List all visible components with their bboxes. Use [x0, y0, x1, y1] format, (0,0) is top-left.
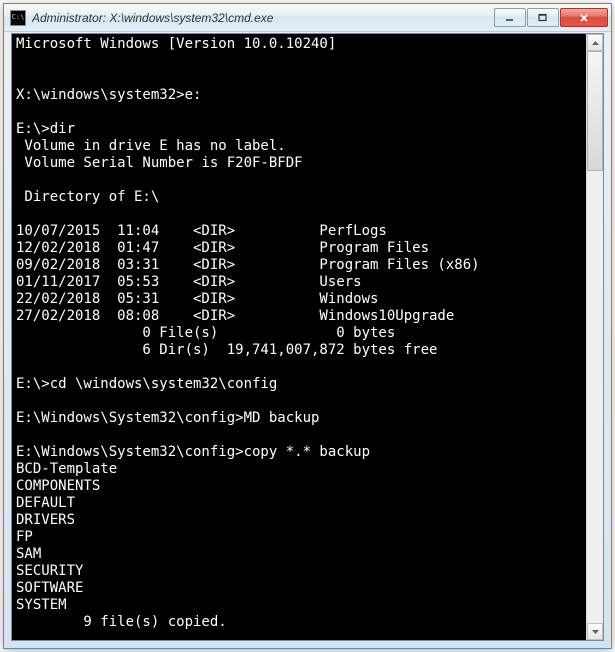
terminal-line: 9 file(s) copied.: [16, 614, 586, 631]
terminal-line: SAM: [16, 546, 586, 563]
terminal-line: SYSTEM: [16, 597, 586, 614]
terminal-line: [16, 206, 586, 223]
scroll-down-button[interactable]: [587, 623, 603, 640]
terminal-line: BCD-Template: [16, 461, 586, 478]
window-controls: [494, 8, 608, 27]
terminal-line: [16, 631, 586, 640]
terminal-line: [16, 104, 586, 121]
titlebar[interactable]: C:\ Administrator: X:\windows\system32\c…: [4, 4, 611, 32]
terminal-line: DRIVERS: [16, 512, 586, 529]
terminal-line: SECURITY: [16, 563, 586, 580]
maximize-button[interactable]: [527, 8, 559, 27]
terminal-line: DEFAULT: [16, 495, 586, 512]
terminal-line: 0 File(s) 0 bytes: [16, 325, 586, 342]
cmd-window: C:\ Administrator: X:\windows\system32\c…: [3, 3, 612, 649]
terminal-line: SOFTWARE: [16, 580, 586, 597]
terminal-line: FP: [16, 529, 586, 546]
terminal-line: 27/02/2018 08:08 <DIR> Windows10Upgrade: [16, 308, 586, 325]
vertical-scrollbar[interactable]: [586, 34, 603, 640]
terminal-line: Volume in drive E has no label.: [16, 138, 586, 155]
terminal-line: COMPONENTS: [16, 478, 586, 495]
client-area: Microsoft Windows [Version 10.0.10240] X:…: [11, 33, 604, 641]
terminal-line: Volume Serial Number is F20F-BFDF: [16, 155, 586, 172]
terminal-line: 12/02/2018 01:47 <DIR> Program Files: [16, 240, 586, 257]
terminal-line: E:\>dir: [16, 121, 586, 138]
close-button[interactable]: [560, 8, 608, 27]
terminal-line: E:\Windows\System32\config>MD backup: [16, 410, 586, 427]
terminal-line: E:\Windows\System32\config>copy *.* back…: [16, 444, 586, 461]
terminal-line: 22/02/2018 05:31 <DIR> Windows: [16, 291, 586, 308]
terminal-line: [16, 427, 586, 444]
window-title: Administrator: X:\windows\system32\cmd.e…: [32, 11, 494, 25]
scroll-up-button[interactable]: [587, 34, 603, 51]
terminal-line: [16, 393, 586, 410]
terminal-line: [16, 70, 586, 87]
terminal-line: 10/07/2015 11:04 <DIR> PerfLogs: [16, 223, 586, 240]
terminal-line: [16, 53, 586, 70]
cmd-app-icon: C:\: [10, 10, 26, 26]
terminal-line: X:\windows\system32>e:: [16, 87, 586, 104]
terminal-line: 09/02/2018 03:31 <DIR> Program Files (x8…: [16, 257, 586, 274]
terminal-line: Microsoft Windows [Version 10.0.10240]: [16, 36, 586, 53]
terminal-line: 01/11/2017 05:53 <DIR> Users: [16, 274, 586, 291]
terminal-line: Directory of E:\: [16, 189, 586, 206]
minimize-button[interactable]: [494, 8, 526, 27]
terminal-line: [16, 172, 586, 189]
terminal-output[interactable]: Microsoft Windows [Version 10.0.10240] X:…: [12, 34, 586, 640]
terminal-line: [16, 359, 586, 376]
scrollbar-thumb[interactable]: [587, 51, 603, 171]
terminal-line: E:\>cd \windows\system32\config: [16, 376, 586, 393]
terminal-line: 6 Dir(s) 19,741,007,872 bytes free: [16, 342, 586, 359]
scrollbar-track[interactable]: [587, 51, 603, 623]
